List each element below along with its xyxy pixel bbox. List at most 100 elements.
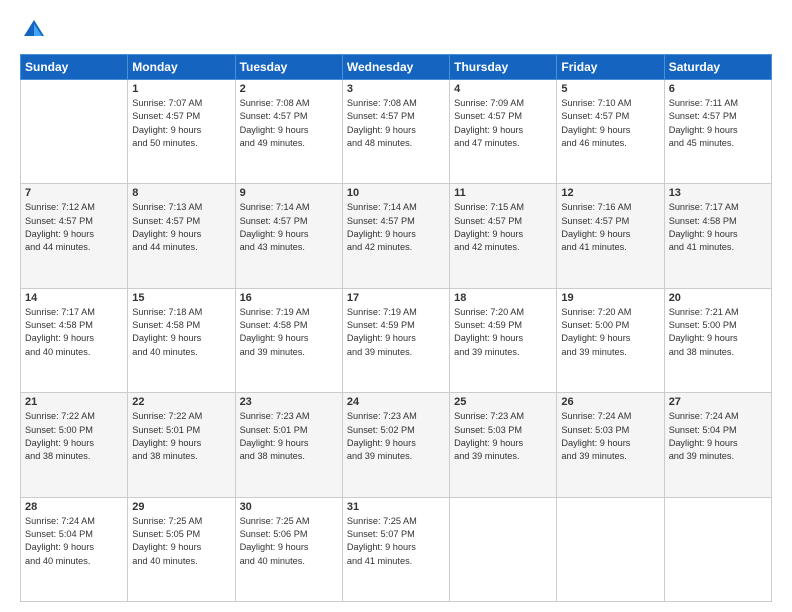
calendar-cell (450, 497, 557, 601)
calendar-cell: 2 Sunrise: 7:08 AM Sunset: 4:57 PM Daylig… (235, 80, 342, 184)
calendar-cell (21, 80, 128, 184)
day-number: 5 (561, 83, 659, 95)
day-info: Sunrise: 7:24 AM Sunset: 5:04 PM Dayligh… (25, 515, 123, 568)
day-info: Sunrise: 7:23 AM Sunset: 5:03 PM Dayligh… (454, 410, 552, 463)
calendar-cell: 1 Sunrise: 7:07 AM Sunset: 4:57 PM Daylig… (128, 80, 235, 184)
day-info: Sunrise: 7:08 AM Sunset: 4:57 PM Dayligh… (347, 97, 445, 150)
day-info: Sunrise: 7:13 AM Sunset: 4:57 PM Dayligh… (132, 201, 230, 254)
calendar-cell: 10 Sunrise: 7:14 AM Sunset: 4:57 PM Dayli… (342, 184, 449, 288)
page: SundayMondayTuesdayWednesdayThursdayFrid… (0, 0, 792, 612)
day-number: 2 (240, 83, 338, 95)
weekday-header: Wednesday (342, 55, 449, 80)
day-number: 27 (669, 396, 767, 408)
day-number: 4 (454, 83, 552, 95)
day-info: Sunrise: 7:23 AM Sunset: 5:01 PM Dayligh… (240, 410, 338, 463)
day-info: Sunrise: 7:15 AM Sunset: 4:57 PM Dayligh… (454, 201, 552, 254)
day-info: Sunrise: 7:12 AM Sunset: 4:57 PM Dayligh… (25, 201, 123, 254)
day-info: Sunrise: 7:20 AM Sunset: 4:59 PM Dayligh… (454, 306, 552, 359)
calendar-cell: 8 Sunrise: 7:13 AM Sunset: 4:57 PM Daylig… (128, 184, 235, 288)
calendar-cell: 7Sunrise: 7:12 AM Sunset: 4:57 PM Daylig… (21, 184, 128, 288)
day-number: 23 (240, 396, 338, 408)
calendar-cell: 30 Sunrise: 7:25 AM Sunset: 5:06 PM Dayli… (235, 497, 342, 601)
day-number: 28 (25, 501, 123, 513)
day-number: 10 (347, 187, 445, 199)
calendar-cell: 22 Sunrise: 7:22 AM Sunset: 5:01 PM Dayli… (128, 393, 235, 497)
day-info: Sunrise: 7:19 AM Sunset: 4:58 PM Dayligh… (240, 306, 338, 359)
calendar-cell: 11 Sunrise: 7:15 AM Sunset: 4:57 PM Dayli… (450, 184, 557, 288)
day-info: Sunrise: 7:08 AM Sunset: 4:57 PM Dayligh… (240, 97, 338, 150)
calendar-table: SundayMondayTuesdayWednesdayThursdayFrid… (20, 54, 772, 602)
calendar-cell: 26 Sunrise: 7:24 AM Sunset: 5:03 PM Dayli… (557, 393, 664, 497)
day-number: 26 (561, 396, 659, 408)
day-info: Sunrise: 7:10 AM Sunset: 4:57 PM Dayligh… (561, 97, 659, 150)
calendar-body: 1 Sunrise: 7:07 AM Sunset: 4:57 PM Daylig… (21, 80, 772, 602)
day-info: Sunrise: 7:22 AM Sunset: 5:01 PM Dayligh… (132, 410, 230, 463)
calendar-cell: 16 Sunrise: 7:19 AM Sunset: 4:58 PM Dayli… (235, 288, 342, 392)
day-info: Sunrise: 7:25 AM Sunset: 5:06 PM Dayligh… (240, 515, 338, 568)
day-number: 24 (347, 396, 445, 408)
day-number: 9 (240, 187, 338, 199)
logo (20, 16, 52, 44)
logo-icon (20, 16, 48, 44)
calendar-cell: 31Sunrise: 7:25 AM Sunset: 5:07 PM Dayli… (342, 497, 449, 601)
weekday-header: Saturday (664, 55, 771, 80)
day-number: 20 (669, 292, 767, 304)
day-info: Sunrise: 7:24 AM Sunset: 5:03 PM Dayligh… (561, 410, 659, 463)
calendar-cell: 28 Sunrise: 7:24 AM Sunset: 5:04 PM Dayli… (21, 497, 128, 601)
calendar-header: SundayMondayTuesdayWednesdayThursdayFrid… (21, 55, 772, 80)
calendar-cell: 5 Sunrise: 7:10 AM Sunset: 4:57 PM Daylig… (557, 80, 664, 184)
day-number: 17 (347, 292, 445, 304)
day-number: 14 (25, 292, 123, 304)
calendar-cell: 4Sunrise: 7:09 AM Sunset: 4:57 PM Daylig… (450, 80, 557, 184)
calendar-cell: 20 Sunrise: 7:21 AM Sunset: 5:00 PM Dayli… (664, 288, 771, 392)
day-number: 31 (347, 501, 445, 513)
day-number: 8 (132, 187, 230, 199)
calendar-cell: 12 Sunrise: 7:16 AM Sunset: 4:57 PM Dayli… (557, 184, 664, 288)
day-info: Sunrise: 7:17 AM Sunset: 4:58 PM Dayligh… (669, 201, 767, 254)
day-number: 16 (240, 292, 338, 304)
calendar-cell: 21Sunrise: 7:22 AM Sunset: 5:00 PM Dayli… (21, 393, 128, 497)
calendar-cell: 25 Sunrise: 7:23 AM Sunset: 5:03 PM Dayli… (450, 393, 557, 497)
weekday-header: Thursday (450, 55, 557, 80)
day-info: Sunrise: 7:14 AM Sunset: 4:57 PM Dayligh… (240, 201, 338, 254)
calendar-cell: 13 Sunrise: 7:17 AM Sunset: 4:58 PM Dayli… (664, 184, 771, 288)
day-number: 13 (669, 187, 767, 199)
calendar-cell: 19Sunrise: 7:20 AM Sunset: 5:00 PM Dayli… (557, 288, 664, 392)
calendar-cell: 18 Sunrise: 7:20 AM Sunset: 4:59 PM Dayli… (450, 288, 557, 392)
day-number: 18 (454, 292, 552, 304)
day-info: Sunrise: 7:11 AM Sunset: 4:57 PM Dayligh… (669, 97, 767, 150)
day-info: Sunrise: 7:25 AM Sunset: 5:05 PM Dayligh… (132, 515, 230, 568)
day-number: 12 (561, 187, 659, 199)
header (20, 16, 772, 44)
calendar-cell (664, 497, 771, 601)
day-info: Sunrise: 7:19 AM Sunset: 4:59 PM Dayligh… (347, 306, 445, 359)
day-info: Sunrise: 7:14 AM Sunset: 4:57 PM Dayligh… (347, 201, 445, 254)
day-number: 6 (669, 83, 767, 95)
calendar-week-row: 21Sunrise: 7:22 AM Sunset: 5:00 PM Dayli… (21, 393, 772, 497)
day-info: Sunrise: 7:16 AM Sunset: 4:57 PM Dayligh… (561, 201, 659, 254)
day-number: 25 (454, 396, 552, 408)
day-info: Sunrise: 7:23 AM Sunset: 5:02 PM Dayligh… (347, 410, 445, 463)
weekday-header: Sunday (21, 55, 128, 80)
weekday-header: Monday (128, 55, 235, 80)
day-info: Sunrise: 7:20 AM Sunset: 5:00 PM Dayligh… (561, 306, 659, 359)
day-number: 30 (240, 501, 338, 513)
day-info: Sunrise: 7:22 AM Sunset: 5:00 PM Dayligh… (25, 410, 123, 463)
calendar-cell: 3Sunrise: 7:08 AM Sunset: 4:57 PM Daylig… (342, 80, 449, 184)
calendar-week-row: 1 Sunrise: 7:07 AM Sunset: 4:57 PM Daylig… (21, 80, 772, 184)
day-info: Sunrise: 7:21 AM Sunset: 5:00 PM Dayligh… (669, 306, 767, 359)
weekday-header: Friday (557, 55, 664, 80)
day-number: 11 (454, 187, 552, 199)
calendar-cell: 17 Sunrise: 7:19 AM Sunset: 4:59 PM Dayli… (342, 288, 449, 392)
calendar-cell: 27Sunrise: 7:24 AM Sunset: 5:04 PM Dayli… (664, 393, 771, 497)
day-info: Sunrise: 7:07 AM Sunset: 4:57 PM Dayligh… (132, 97, 230, 150)
calendar-week-row: 14Sunrise: 7:17 AM Sunset: 4:58 PM Dayli… (21, 288, 772, 392)
calendar-cell (557, 497, 664, 601)
day-number: 22 (132, 396, 230, 408)
day-number: 15 (132, 292, 230, 304)
calendar-cell: 29 Sunrise: 7:25 AM Sunset: 5:05 PM Dayli… (128, 497, 235, 601)
day-number: 1 (132, 83, 230, 95)
calendar-cell: 15Sunrise: 7:18 AM Sunset: 4:58 PM Dayli… (128, 288, 235, 392)
calendar-cell: 23 Sunrise: 7:23 AM Sunset: 5:01 PM Dayli… (235, 393, 342, 497)
day-number: 29 (132, 501, 230, 513)
